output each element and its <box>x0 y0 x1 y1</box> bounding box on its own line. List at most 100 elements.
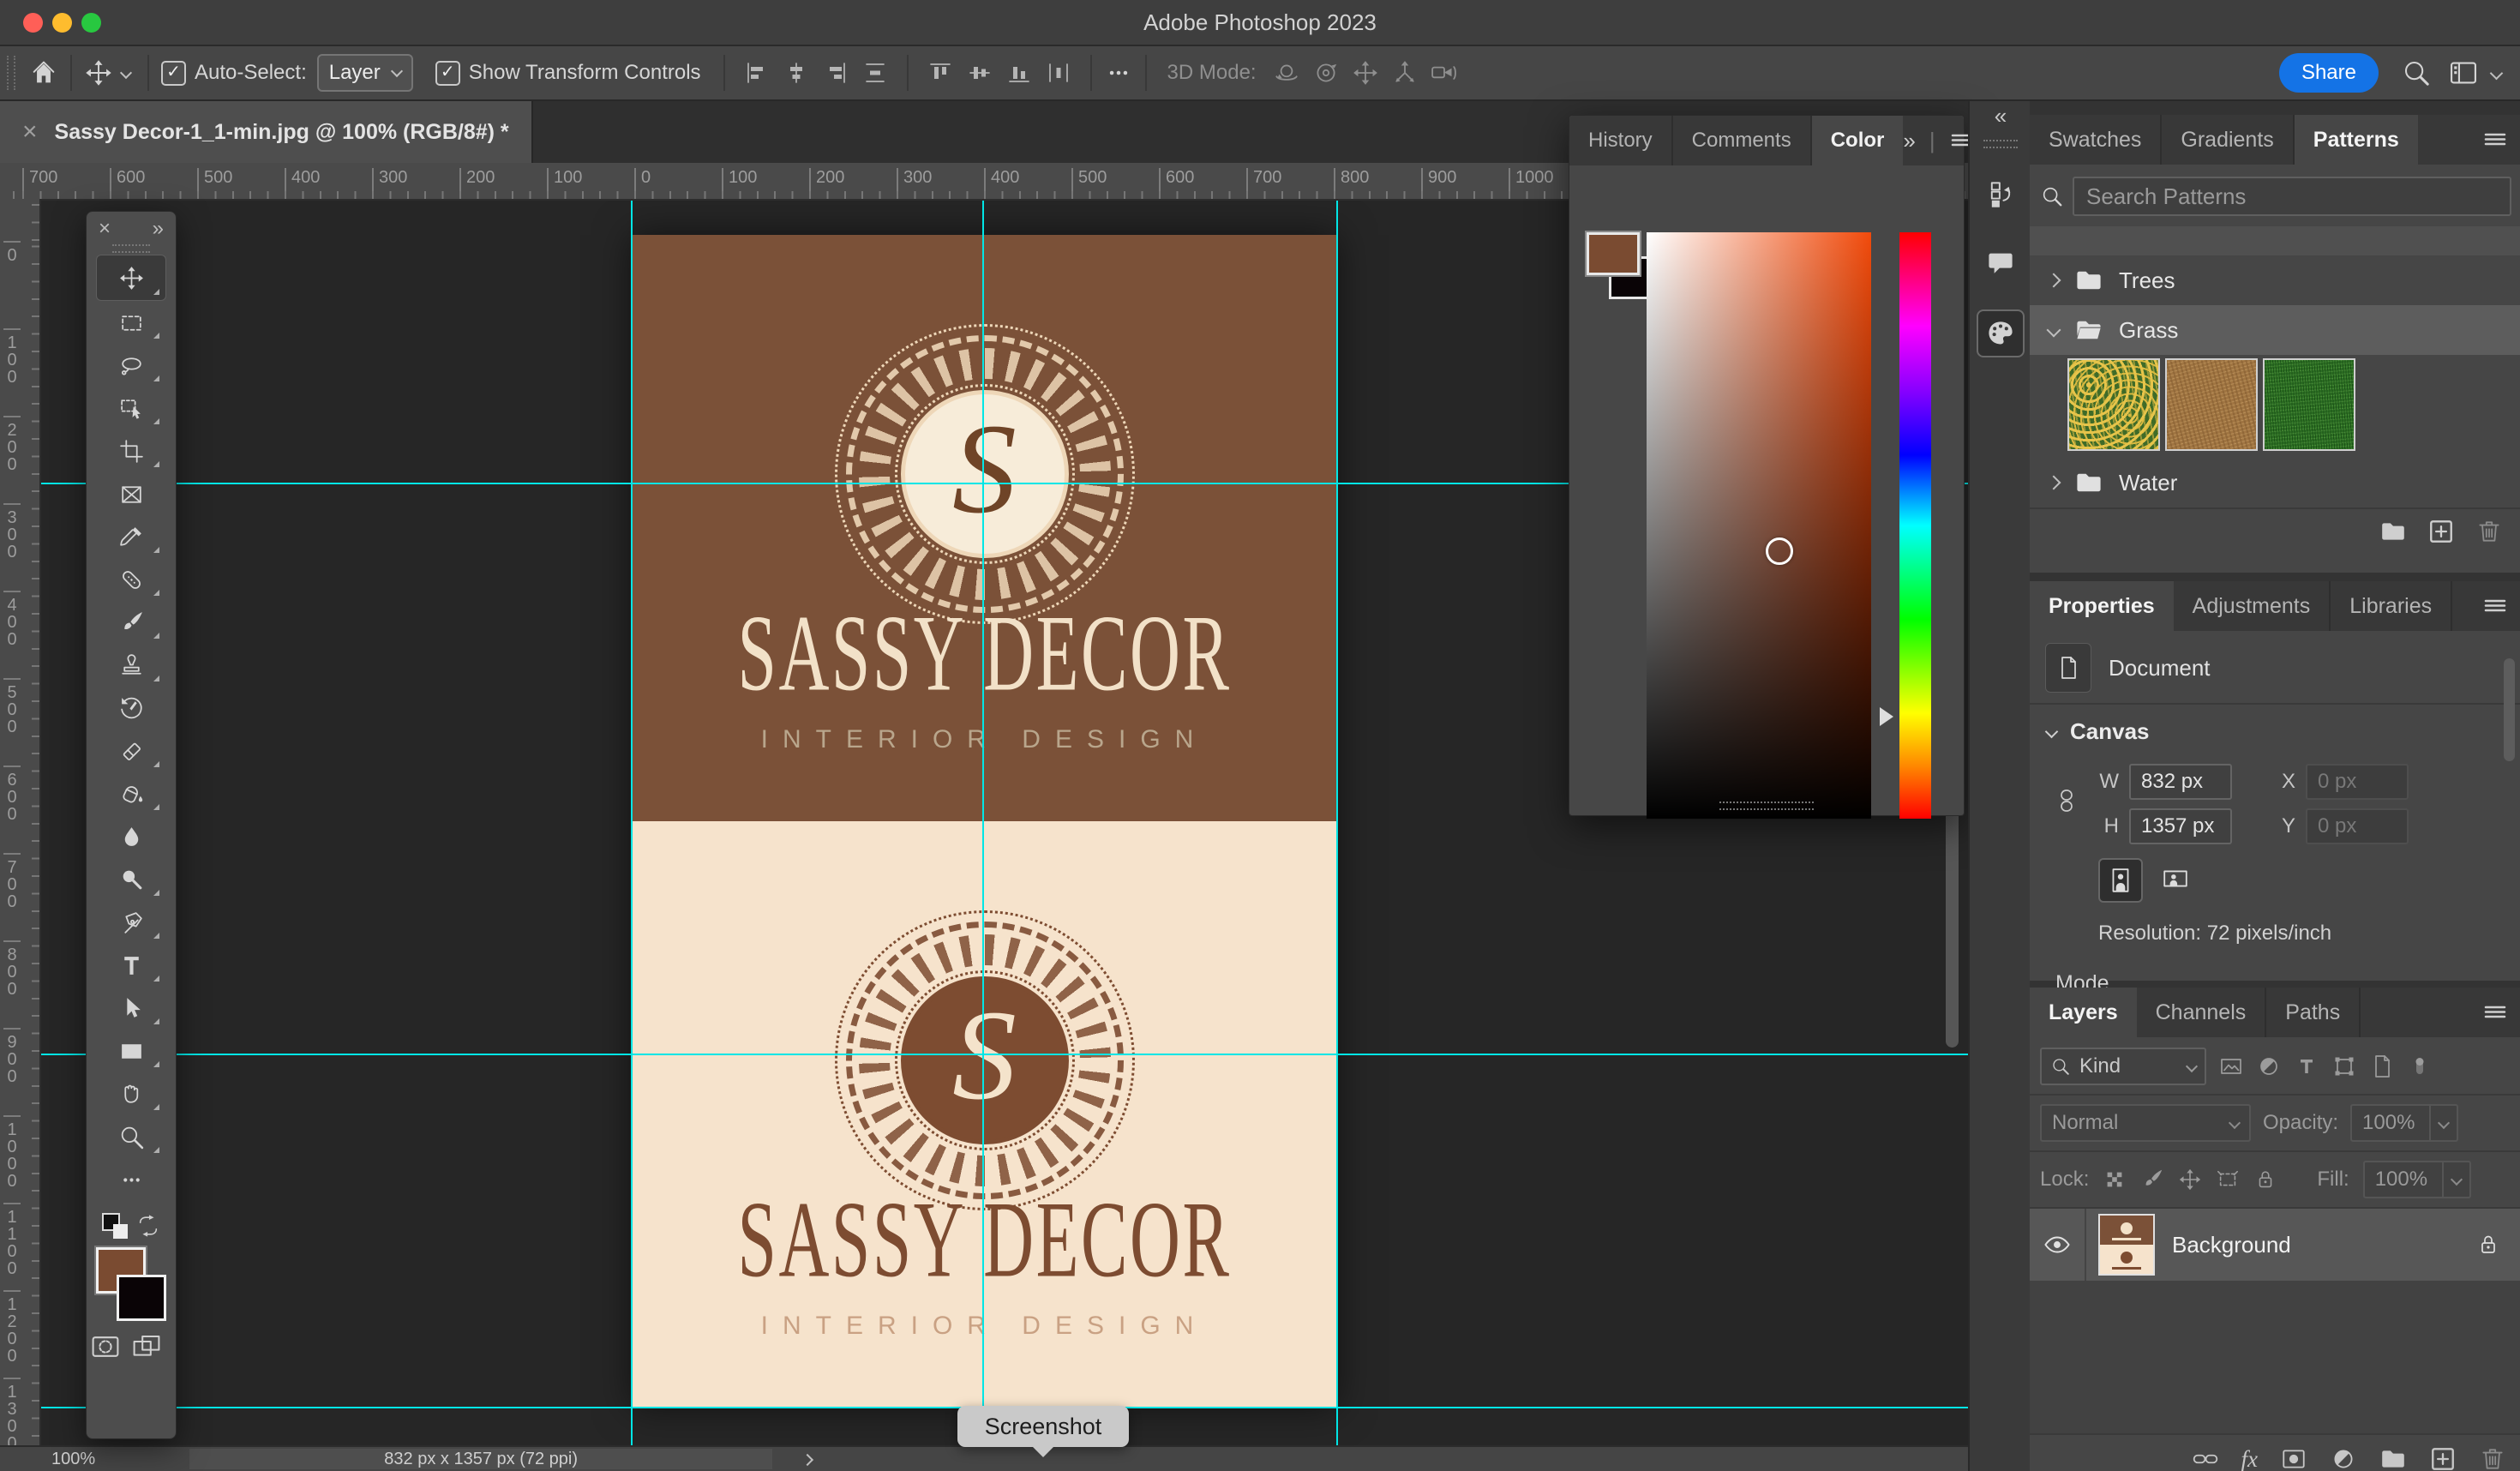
tab-color[interactable]: Color <box>1812 116 1904 165</box>
pan-3d-icon[interactable] <box>1352 59 1379 87</box>
tab-swatches[interactable]: Swatches <box>2030 115 2162 165</box>
lock-transparency-icon[interactable] <box>2103 1168 2127 1192</box>
dry-grass-pattern[interactable] <box>2165 358 2258 451</box>
camera-3d-icon[interactable] <box>1431 59 1458 87</box>
add-layer-mask-icon[interactable] <box>2280 1445 2307 1471</box>
align-right-edges-icon[interactable] <box>823 60 849 86</box>
dodge-tool[interactable] <box>97 858 165 901</box>
new-group-icon[interactable] <box>2379 1445 2407 1471</box>
search-icon[interactable] <box>2401 57 2432 88</box>
clone-stamp-tool[interactable] <box>97 644 165 687</box>
brush-tool[interactable] <box>97 601 165 644</box>
quick-mask-icon[interactable] <box>87 1331 124 1362</box>
new-layer-icon[interactable] <box>2429 1445 2457 1471</box>
roll-3d-icon[interactable] <box>1312 59 1340 87</box>
tab-adjustments[interactable]: Adjustments <box>2174 581 2331 631</box>
eyedropper-tool[interactable] <box>97 515 165 558</box>
lock-all-icon[interactable] <box>2253 1168 2277 1192</box>
workspace-chevron-icon[interactable] <box>2490 66 2504 80</box>
link-dimensions-icon[interactable] <box>2054 774 2079 827</box>
zoom-level[interactable]: 100% <box>51 1450 95 1469</box>
hand-tool[interactable] <box>97 1072 165 1115</box>
close-document-icon[interactable]: × <box>22 117 38 147</box>
align-vertical-centers-icon[interactable] <box>967 60 993 86</box>
healing-brush-tool[interactable] <box>97 558 165 601</box>
paint-bucket-tool[interactable] <box>97 772 165 815</box>
filter-toggle-icon[interactable] <box>2407 1054 2433 1079</box>
layer-visibility-toggle[interactable] <box>2030 1209 2086 1281</box>
slide-3d-icon[interactable] <box>1391 59 1419 87</box>
history-brush-tool[interactable] <box>97 687 165 729</box>
rectangle-tool[interactable] <box>97 1030 165 1072</box>
tab-patterns[interactable]: Patterns <box>2295 115 2418 165</box>
tab-history[interactable]: History <box>1569 116 1673 165</box>
saturation-brightness-field[interactable] <box>1647 232 1871 819</box>
home-icon[interactable] <box>29 58 58 87</box>
delete-layer-icon[interactable] <box>2479 1445 2506 1471</box>
search-patterns-input[interactable]: Search Patterns <box>2073 177 2511 216</box>
layer-thumbnail[interactable] <box>2098 1214 2155 1276</box>
link-layers-icon[interactable] <box>2192 1445 2219 1471</box>
rectangular-marquee-tool[interactable] <box>97 301 165 344</box>
eraser-tool[interactable] <box>97 729 165 772</box>
new-pattern-icon[interactable] <box>2427 518 2455 545</box>
move-tool[interactable] <box>96 255 166 301</box>
panel-menu-icon[interactable] <box>2482 1000 2508 1025</box>
collapse-panel-icon[interactable]: » <box>1903 128 1915 154</box>
distribute-vertical-icon[interactable] <box>862 60 888 86</box>
landscape-orientation-button[interactable] <box>2155 858 2196 899</box>
status-options-chevron-icon[interactable] <box>803 1450 812 1469</box>
frame-tool[interactable] <box>97 472 165 515</box>
pattern-group-grass[interactable]: Grass <box>2030 305 2520 355</box>
width-field[interactable]: 832 px <box>2129 764 2232 800</box>
canvas-section-header[interactable]: Canvas <box>2030 705 2520 754</box>
pattern-group-water[interactable]: Water <box>2030 458 2520 507</box>
more-align-options-icon[interactable] <box>1104 58 1133 87</box>
pen-tool[interactable] <box>97 901 165 944</box>
panel-resize-grip[interactable] <box>1719 802 1814 810</box>
document-canvas[interactable]: S SASSY DECOR INTERIOR DESIGN S SASSY DE… <box>632 235 1337 1408</box>
panel-menu-icon[interactable] <box>2482 127 2508 153</box>
document-tab[interactable]: × Sassy Decor-1_1-min.jpg @ 100% (RGB/8#… <box>0 101 533 163</box>
layer-locked-icon[interactable] <box>2475 1232 2501 1258</box>
blur-tool[interactable] <box>97 815 165 858</box>
auto-select-checkbox[interactable]: ✓ <box>161 61 186 86</box>
shape-layer-filter-icon[interactable] <box>2331 1054 2357 1079</box>
opacity-field[interactable]: 100% <box>2350 1104 2458 1142</box>
swap-colors-icon[interactable] <box>136 1214 160 1238</box>
panel-menu-icon[interactable] <box>2482 593 2508 619</box>
type-tool[interactable] <box>97 944 165 987</box>
vertical-ruler[interactable]: 0100200300400500600700800900100011001200… <box>0 199 41 1447</box>
tab-comments[interactable]: Comments <box>1673 116 1812 165</box>
toolbar-close-icon[interactable]: × <box>99 217 111 241</box>
lasso-tool[interactable] <box>97 344 165 387</box>
chevron-down-icon[interactable] <box>2047 323 2061 338</box>
color-panel-icon[interactable] <box>1977 309 2025 357</box>
color-picker-marker[interactable] <box>1766 537 1793 565</box>
chevron-right-icon[interactable] <box>2047 273 2061 288</box>
tab-channels[interactable]: Channels <box>2137 988 2267 1037</box>
chevron-right-icon[interactable] <box>2047 476 2061 490</box>
x-field[interactable]: 0 px <box>2306 764 2409 800</box>
align-horizontal-centers-icon[interactable] <box>783 60 809 86</box>
layer-filter-dropdown[interactable]: Kind <box>2040 1048 2206 1085</box>
foreground-color-well[interactable] <box>1587 232 1640 275</box>
toolbar-expand-icon[interactable]: » <box>153 217 164 241</box>
pixel-layer-filter-icon[interactable] <box>2218 1054 2244 1079</box>
portrait-orientation-button[interactable] <box>2098 858 2143 903</box>
fill-field[interactable]: 100% <box>2363 1161 2471 1198</box>
object-selection-tool[interactable] <box>97 387 165 429</box>
comments-panel-icon[interactable] <box>1978 241 2023 285</box>
tab-gradients[interactable]: Gradients <box>2162 115 2294 165</box>
workspace-switcher-icon[interactable] <box>2447 57 2480 89</box>
collapse-dock-icon[interactable]: « <box>1970 101 2031 129</box>
tab-properties[interactable]: Properties <box>2030 581 2174 631</box>
guide-vertical-center[interactable] <box>982 201 984 1447</box>
layer-effects-icon[interactable]: fx <box>2241 1446 2259 1471</box>
show-transform-checkbox[interactable]: ✓ <box>435 61 460 86</box>
share-button[interactable]: Share <box>2279 53 2379 93</box>
distribute-horizontal-icon[interactable] <box>1046 60 1071 86</box>
crop-tool[interactable] <box>97 429 165 472</box>
new-adjustment-layer-icon[interactable] <box>2330 1445 2357 1471</box>
path-selection-tool[interactable] <box>97 987 165 1030</box>
